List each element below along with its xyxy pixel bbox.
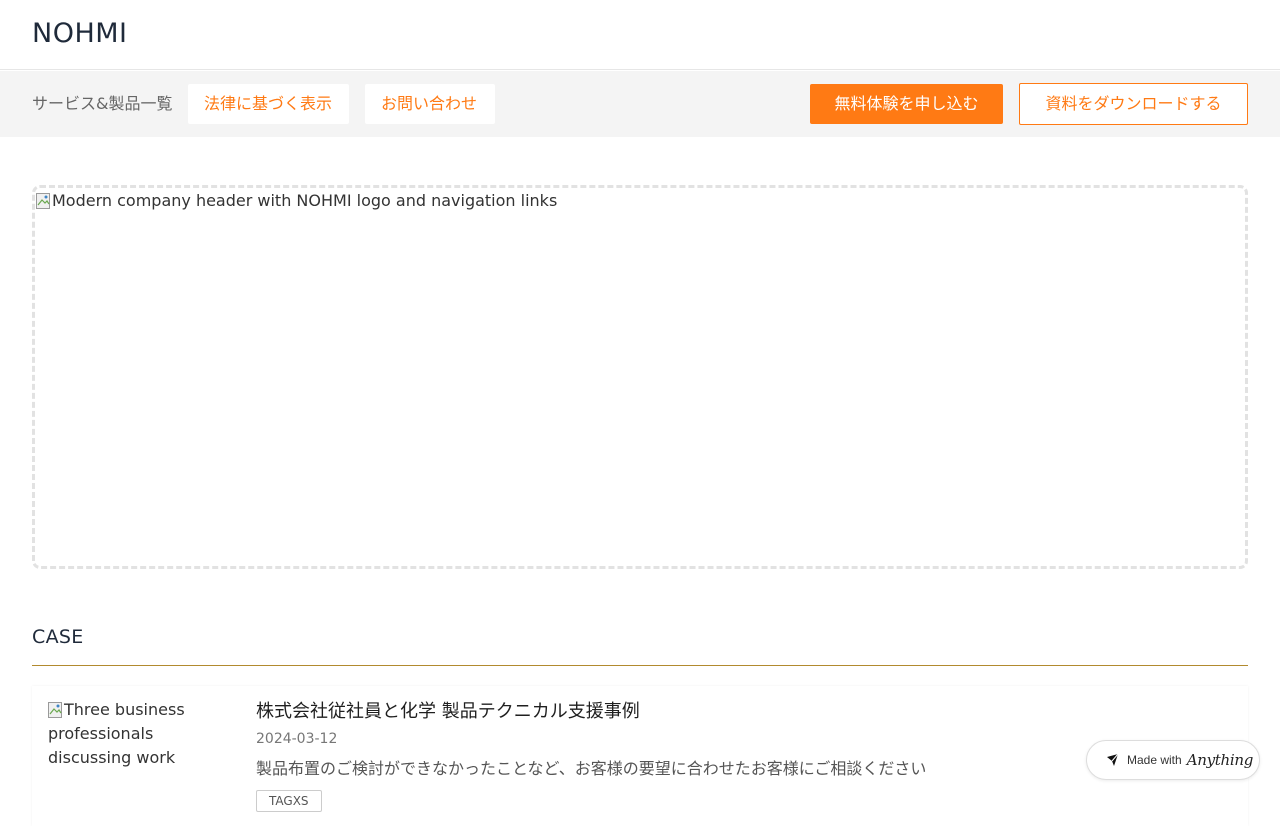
site-header: NOHMI xyxy=(0,0,1280,70)
legal-notice-link[interactable]: 法律に基づく表示 xyxy=(188,84,349,124)
download-materials-button[interactable]: 資料をダウンロードする xyxy=(1019,83,1248,125)
brand-name: Anything xyxy=(1186,751,1254,769)
case-thumbnail: Three business professionals discussing … xyxy=(48,698,228,770)
case-tag[interactable]: TAGXS xyxy=(256,790,322,812)
anything-logo-icon xyxy=(1105,752,1121,768)
case-thumbnail-alt-text: Three business professionals discussing … xyxy=(48,700,185,767)
contact-link[interactable]: お問い合わせ xyxy=(365,84,495,124)
nav-bar: サービス&製品一覧 法律に基づく表示 お問い合わせ 無料体験を申し込む 資料をダ… xyxy=(0,71,1280,137)
case-card[interactable]: Three business professionals discussing … xyxy=(32,686,1248,826)
case-section-title: CASE xyxy=(32,626,84,648)
free-trial-button[interactable]: 無料体験を申し込む xyxy=(810,84,1003,124)
services-products-link[interactable]: サービス&製品一覧 xyxy=(32,92,172,116)
hero-image-alt-text: Modern company header with NOHMI logo an… xyxy=(52,191,558,210)
broken-image-icon xyxy=(48,702,64,718)
broken-image-icon xyxy=(36,193,52,209)
case-date: 2024-03-12 xyxy=(256,731,338,747)
hero-image: Modern company header with NOHMI logo an… xyxy=(36,189,557,213)
made-with-label: Made with xyxy=(1127,753,1182,767)
hero-image-placeholder: Modern company header with NOHMI logo an… xyxy=(32,185,1248,569)
site-logo[interactable]: NOHMI xyxy=(32,16,128,52)
made-with-badge[interactable]: Made with Anything xyxy=(1086,740,1260,780)
case-heading[interactable]: 株式会社従社員と化学 製品テクニカル支援事例 xyxy=(256,699,640,725)
case-description: 製品布置のご検討ができなかったことなど、お客様の要望に合わせたお客様にご相談くだ… xyxy=(256,759,927,778)
case-section-divider xyxy=(32,665,1248,666)
